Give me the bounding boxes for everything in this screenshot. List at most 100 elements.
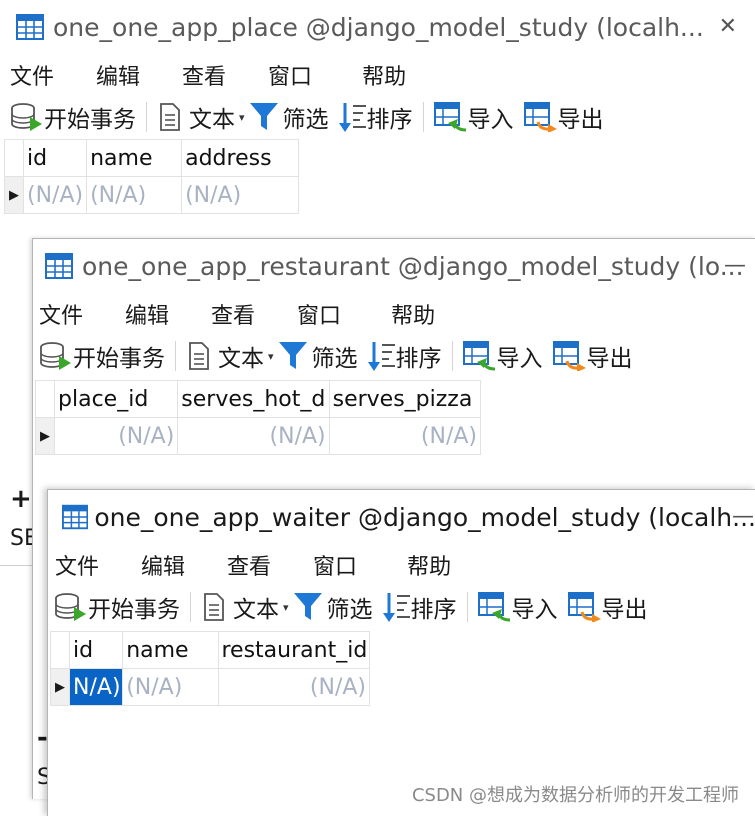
table-cell[interactable]: (N/A) (86, 176, 183, 214)
database-play-icon (39, 341, 73, 371)
document-icon (201, 592, 227, 622)
table-cell[interactable]: (N/A) (177, 417, 330, 455)
table-cell[interactable]: (N/A) (181, 176, 300, 214)
filter-button[interactable]: 筛选 (249, 100, 329, 134)
column-header[interactable]: serves_hot_d (177, 380, 330, 418)
title-bar[interactable]: one_one_app_waiter @django_model_study (… (48, 490, 755, 544)
sort-label: 排序 (410, 597, 457, 623)
table-cell[interactable]: (N/A) (328, 417, 482, 455)
export-icon (568, 592, 602, 622)
menu-window[interactable]: 窗口 (297, 298, 341, 330)
menu-view[interactable]: 查看 (182, 59, 226, 91)
table-cell[interactable]: (N/A) (54, 417, 179, 455)
column-header[interactable]: address (181, 139, 300, 177)
text-button[interactable]: 文本 ▾ (157, 100, 245, 134)
column-header[interactable]: id (69, 631, 124, 669)
data-grid: place_id serves_hot_d serves_pizza ▶ (N/… (34, 380, 482, 455)
header-row: place_id serves_hot_d serves_pizza (34, 380, 482, 418)
export-button[interactable]: 导出 (553, 339, 633, 373)
column-header[interactable]: name (86, 139, 183, 177)
menu-edit[interactable]: 编辑 (96, 59, 140, 91)
sort-label: 排序 (395, 346, 442, 372)
menu-bar: 文件 编辑 查看 窗口 帮助 (48, 544, 755, 586)
menu-file[interactable]: 文件 (39, 298, 83, 330)
column-header[interactable]: restaurant_id (217, 631, 370, 669)
export-button[interactable]: 导出 (524, 100, 604, 134)
text-label: 文本 (233, 597, 279, 623)
column-header[interactable]: name (122, 631, 219, 669)
window-waiter: one_one_app_waiter @django_model_study (… (47, 489, 755, 816)
menu-edit[interactable]: 编辑 (141, 549, 185, 581)
title-bar[interactable]: one_one_app_restaurant @django_model_stu… (33, 239, 755, 293)
toolbar: 开始事务 文本 ▾ 筛选 排序 导入 导出 (48, 586, 755, 628)
menu-window[interactable]: 窗口 (313, 549, 357, 581)
sort-icon (381, 591, 411, 623)
begin-transaction-button[interactable]: 开始事务 (54, 590, 180, 624)
column-header[interactable]: place_id (54, 380, 179, 418)
sort-button[interactable]: 排序 (366, 339, 442, 373)
filter-label: 筛选 (311, 346, 358, 372)
begin-transaction-label: 开始事务 (44, 107, 136, 133)
filter-button[interactable]: 筛选 (293, 590, 373, 624)
menu-help[interactable]: 帮助 (391, 298, 435, 330)
menu-view[interactable]: 查看 (227, 549, 271, 581)
import-label: 导入 (496, 346, 543, 372)
import-icon (434, 102, 468, 132)
import-icon (463, 341, 497, 371)
corner-cell (34, 380, 56, 418)
sort-button[interactable]: 排序 (337, 100, 413, 134)
table-row[interactable]: ▶ (N/A) (N/A) (N/A) (34, 417, 482, 455)
menu-file[interactable]: 文件 (55, 549, 99, 581)
filter-label: 筛选 (326, 597, 373, 623)
begin-transaction-button[interactable]: 开始事务 (10, 100, 136, 134)
import-icon (478, 592, 512, 622)
filter-button[interactable]: 筛选 (278, 339, 358, 373)
table-cell[interactable]: (N/A) (122, 668, 219, 706)
table-cell[interactable]: (N/A) (217, 668, 370, 706)
column-header[interactable]: serves_pizza (328, 380, 482, 418)
minimize-icon[interactable]: — (724, 253, 746, 278)
begin-transaction-button[interactable]: 开始事务 (39, 339, 165, 373)
toolbar-divider (451, 341, 453, 371)
close-icon[interactable]: ✕ (719, 14, 737, 39)
table-icon (45, 253, 73, 279)
sort-icon (337, 101, 367, 133)
minimize-icon[interactable]: — (732, 504, 754, 529)
export-label: 导出 (557, 107, 604, 133)
column-header[interactable]: id (22, 139, 88, 177)
import-button[interactable]: 导入 (434, 100, 514, 134)
import-button[interactable]: 导入 (478, 590, 558, 624)
table-cell[interactable]: (N/A) (22, 176, 88, 214)
table-row[interactable]: ▶ (N/A) (N/A) (N/A) (4, 176, 300, 214)
menu-view[interactable]: 查看 (211, 298, 255, 330)
begin-transaction-label: 开始事务 (88, 597, 180, 623)
menu-help[interactable]: 帮助 (362, 59, 406, 91)
toolbar-divider (422, 102, 424, 132)
window-title: one_one_app_waiter @django_model_study (… (94, 502, 755, 532)
export-icon (553, 341, 587, 371)
table-icon (62, 504, 88, 530)
menu-file[interactable]: 文件 (10, 59, 54, 91)
text-button[interactable]: 文本 ▾ (201, 590, 289, 624)
text-label: 文本 (218, 346, 264, 372)
text-button[interactable]: 文本 ▾ (186, 339, 274, 373)
title-bar[interactable]: one_one_app_place @django_model_study (l… (0, 0, 755, 54)
import-button[interactable]: 导入 (463, 339, 543, 373)
add-icon[interactable]: + (10, 484, 32, 514)
text-label: 文本 (189, 107, 235, 133)
menu-edit[interactable]: 编辑 (125, 298, 169, 330)
import-label: 导入 (511, 597, 558, 623)
menu-window[interactable]: 窗口 (268, 59, 312, 91)
table-icon (16, 14, 44, 40)
table-row[interactable]: ▶ N/A) (N/A) (N/A) (49, 668, 370, 706)
toolbar-divider (146, 102, 147, 132)
sort-button[interactable]: 排序 (381, 590, 457, 624)
export-button[interactable]: 导出 (568, 590, 648, 624)
corner-cell (4, 139, 24, 177)
export-icon (524, 102, 558, 132)
document-icon (186, 341, 212, 371)
menu-help[interactable]: 帮助 (407, 549, 451, 581)
data-grid: id name address ▶ (N/A) (N/A) (N/A) (4, 139, 300, 214)
selected-cell[interactable]: N/A) (69, 668, 124, 706)
export-label: 导出 (586, 346, 633, 372)
